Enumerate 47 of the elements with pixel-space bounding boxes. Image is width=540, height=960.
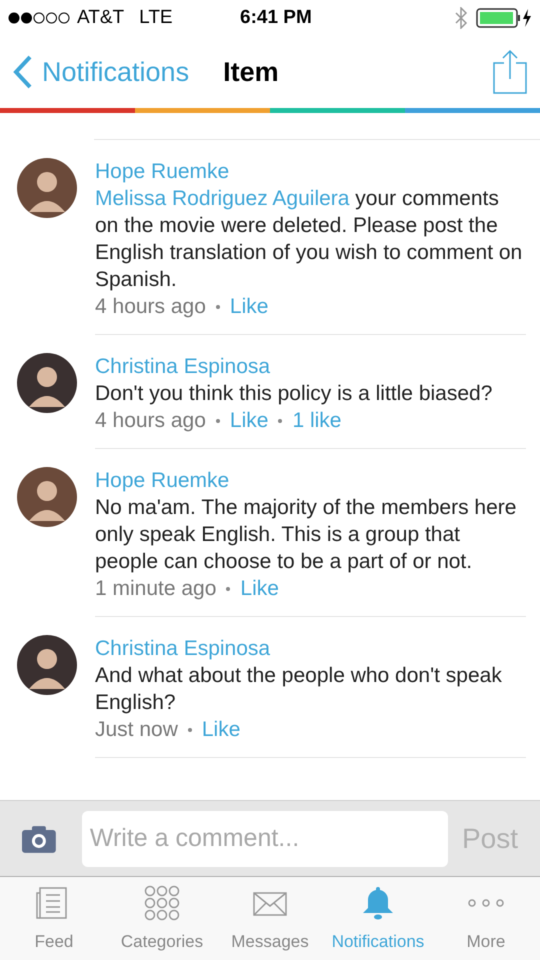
tab-bar-item[interactable]: Feed [0,877,108,960]
chevron-left-icon [12,55,34,89]
tab-bar-item[interactable]: Messages [216,877,324,960]
like-count-link[interactable]: 1 like [292,407,342,434]
dot-separator-icon [216,304,220,308]
network-label: LTE [139,6,173,30]
comment-author[interactable]: Hope Ruemke [95,158,526,185]
battery-icon [476,8,532,28]
avatar [17,353,77,413]
share-button[interactable] [492,49,528,95]
comment-time: Just now [95,717,178,743]
signal-icon [8,12,70,24]
dot-separator-icon [188,728,192,732]
tab-bar-item[interactable]: More [432,877,540,960]
tab-bar-item[interactable]: Categories [108,877,216,960]
carrier-label: AT&T [77,6,124,30]
comment-field[interactable]: Write a comment... [82,810,448,866]
comment-text: And what about the people who don't speak English? [95,663,503,716]
dot-separator-icon [216,418,220,422]
like-link[interactable]: Like [230,407,268,434]
grid-icon [144,884,180,920]
dot-separator-icon [278,418,282,422]
comment-time: 4 hours ago [95,408,206,434]
comment-time: 1 minute ago [95,576,216,602]
bluetooth-icon [454,7,468,29]
like-link[interactable]: Like [240,575,279,602]
comment-time: 4 hours ago [95,294,206,320]
mention-link[interactable]: Melissa Rodriguez Aguilera [95,187,350,210]
comment-text: Don't you think this policy is a little biased? [95,381,494,407]
avatar [17,635,77,695]
like-link[interactable]: Like [230,293,268,320]
camera-icon[interactable] [22,824,56,852]
like-link[interactable]: Like [202,716,240,743]
tab-bar-item[interactable]: Notifications [324,877,432,960]
more-icon [468,898,504,906]
back-button[interactable]: Notifications [12,52,190,92]
avatar [17,158,77,218]
comment-author[interactable]: Christina Espinosa [95,635,526,662]
page-title: Item [223,56,279,89]
comment-text: No ma'am. The majority of the members here only speak English. This is a group that people can choose to be a part of or not. [95,495,518,575]
comment-author[interactable]: Christina Espinosa [95,353,526,380]
status-time: 6:41 PM [240,6,312,30]
comment-text: Melissa Rodriguez Aguilera your comments on the movie were deleted. Please post the English translation of you wish to comment on Spanish. [95,186,524,293]
share-icon [492,49,528,95]
dot-separator-icon [226,586,230,590]
comment-author[interactable]: Hope Ruemke [95,467,526,494]
avatar [17,467,77,527]
